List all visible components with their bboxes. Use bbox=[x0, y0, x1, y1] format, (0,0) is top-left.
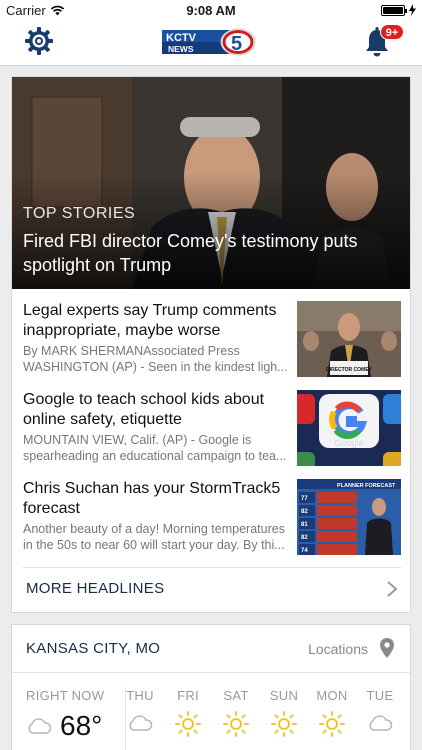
sun-icon bbox=[175, 711, 201, 737]
navigation-bar: KCTV NEWS 5 9+ bbox=[0, 22, 422, 66]
forecast-day-label: SUN bbox=[269, 688, 299, 703]
story-thumbnail: Google bbox=[297, 390, 401, 466]
cloud-icon bbox=[28, 718, 52, 734]
story-thumbnail: PLANNER FORECAST 77 82 81 82 74 bbox=[297, 479, 401, 555]
story-item[interactable]: Chris Suchan has your StormTrack5 foreca… bbox=[23, 479, 401, 559]
clock: 9:08 AM bbox=[186, 3, 236, 18]
hero-title: Fired FBI director Comey's testimony put… bbox=[23, 231, 358, 275]
current-conditions[interactable]: RIGHT NOW 68° bbox=[26, 688, 105, 741]
notification-badge: 9+ bbox=[380, 24, 404, 40]
weather-card: KANSAS CITY, MO Locations RIGHT NOW 68° … bbox=[11, 624, 411, 750]
story-text: Chris Suchan has your StormTrack5 foreca… bbox=[23, 479, 293, 553]
status-bar: Carrier 9:08 AM bbox=[0, 0, 422, 22]
story-headline: Google to teach school kids about online… bbox=[23, 391, 265, 428]
divider bbox=[12, 672, 410, 673]
forecast-day-sat[interactable]: SAT bbox=[216, 688, 256, 737]
story-text: Legal experts say Trump comments inappro… bbox=[23, 301, 293, 375]
story-thumbnail: DIRECTOR COMEY bbox=[297, 301, 401, 377]
right-now-label: RIGHT NOW bbox=[26, 688, 105, 703]
sun-icon bbox=[319, 711, 345, 737]
svg-text:82: 82 bbox=[301, 535, 308, 541]
hero-story[interactable]: TOP STORIES Fired FBI director Comey's t… bbox=[12, 77, 410, 289]
status-right bbox=[381, 4, 416, 16]
gear-icon[interactable] bbox=[24, 26, 54, 56]
sun-icon bbox=[223, 711, 249, 737]
forecast-day-tue[interactable]: TUE bbox=[360, 688, 400, 731]
svg-text:77: 77 bbox=[301, 496, 308, 502]
svg-text:82: 82 bbox=[301, 509, 308, 515]
forecast-day-mon[interactable]: MON bbox=[312, 688, 352, 737]
logo-number: 5 bbox=[231, 33, 242, 55]
thumb-label: Google bbox=[334, 438, 363, 448]
current-temperature: 68° bbox=[60, 710, 103, 741]
story-summary: Another beauty of a day! Morning tempera… bbox=[23, 522, 285, 552]
forecast-day-sun[interactable]: SUN bbox=[264, 688, 304, 737]
story-summary: By MARK SHERMANAssociated Press WASHINGT… bbox=[23, 344, 288, 374]
thumb-banner: PLANNER FORECAST bbox=[337, 483, 396, 489]
kctv5-logo[interactable]: KCTV NEWS 5 bbox=[162, 28, 256, 56]
battery-icon bbox=[381, 4, 407, 16]
cloud-icon bbox=[129, 715, 153, 731]
locations-button[interactable]: Locations bbox=[308, 641, 368, 657]
forecast-day-label: THU bbox=[126, 688, 154, 703]
forecast-day-label: FRI bbox=[177, 688, 199, 703]
story-text: Google to teach school kids about online… bbox=[23, 390, 293, 464]
top-stories-card: TOP STORIES Fired FBI director Comey's t… bbox=[11, 76, 411, 613]
logo-sub: NEWS bbox=[168, 44, 194, 54]
svg-text:81: 81 bbox=[301, 522, 308, 528]
story-headline: Legal experts say Trump comments inappro… bbox=[23, 302, 277, 339]
chevron-right-icon bbox=[387, 581, 398, 597]
hero-overline: TOP STORIES bbox=[23, 205, 136, 222]
location-pin-icon[interactable] bbox=[380, 638, 394, 658]
charging-icon bbox=[409, 4, 416, 16]
story-item[interactable]: Legal experts say Trump comments inappro… bbox=[23, 301, 401, 381]
forecast-day-label: MON bbox=[316, 688, 348, 703]
forecast-day-thu[interactable]: THU bbox=[120, 688, 160, 731]
forecast-day-label: SAT bbox=[223, 688, 249, 703]
cloud-icon bbox=[369, 715, 393, 731]
svg-text:74: 74 bbox=[301, 548, 308, 554]
more-headlines-button[interactable]: MORE HEADLINES bbox=[12, 567, 410, 612]
story-summary: MOUNTAIN VIEW, Calif. (AP) - Google is s… bbox=[23, 433, 287, 463]
forecast-day-fri[interactable]: FRI bbox=[168, 688, 208, 737]
more-headlines-label: MORE HEADLINES bbox=[26, 580, 165, 597]
story-item[interactable]: Google to teach school kids about online… bbox=[23, 390, 401, 470]
logo-text: KCTV bbox=[166, 32, 197, 44]
forecast-day-label: TUE bbox=[366, 688, 394, 703]
thumb-placard: DIRECTOR COMEY bbox=[326, 367, 372, 373]
story-headline: Chris Suchan has your StormTrack5 foreca… bbox=[23, 480, 281, 517]
weather-city[interactable]: KANSAS CITY, MO bbox=[26, 640, 160, 657]
sun-icon bbox=[271, 711, 297, 737]
